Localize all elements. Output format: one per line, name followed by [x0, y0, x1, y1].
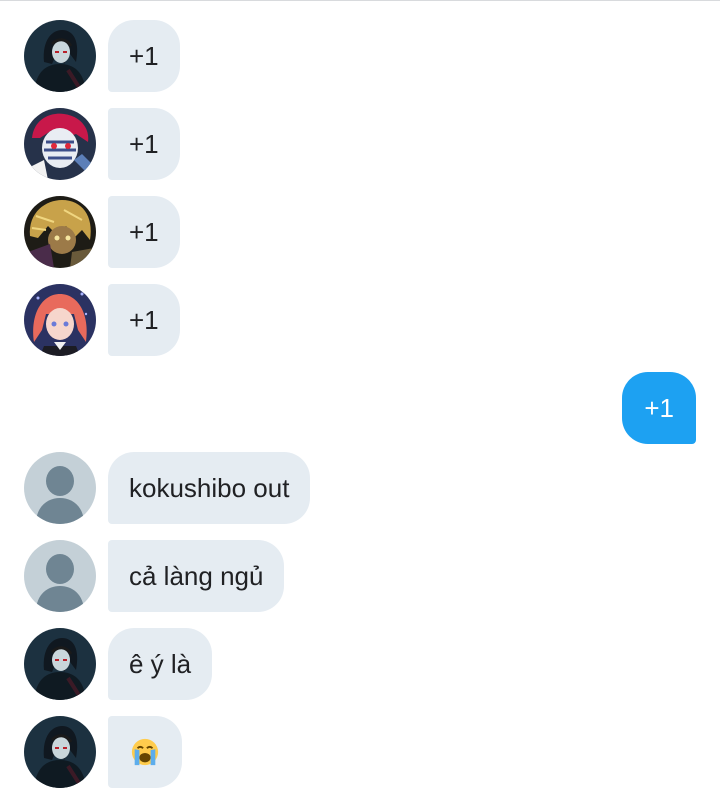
incoming-message-bubble[interactable] — [108, 716, 182, 788]
avatar-dark-hair-icon — [24, 20, 96, 92]
message-row: +1 — [0, 108, 720, 180]
avatar[interactable] — [24, 196, 96, 268]
avatar[interactable] — [24, 628, 96, 700]
avatar[interactable] — [24, 284, 96, 356]
incoming-message-bubble[interactable]: kokushibo out — [108, 452, 311, 524]
incoming-message-bubble[interactable]: +1 — [108, 284, 180, 356]
avatar[interactable] — [24, 20, 96, 92]
avatar-pink-hair-icon — [24, 284, 96, 356]
outgoing-message-bubble[interactable]: +1 — [622, 372, 696, 444]
avatar-golden-hair-icon — [24, 196, 96, 268]
avatar-dark-hair-icon — [24, 716, 96, 788]
message-row: kokushibo out — [0, 452, 720, 524]
message-row: +1 — [0, 196, 720, 268]
message-row — [0, 716, 720, 788]
avatar-red-white-mask-icon — [24, 108, 96, 180]
incoming-message-bubble[interactable]: +1 — [108, 196, 180, 268]
loudly-crying-face-icon — [130, 737, 160, 767]
avatar[interactable] — [24, 108, 96, 180]
message-row: +1 — [0, 20, 720, 92]
avatar[interactable] — [24, 540, 96, 612]
incoming-message-bubble[interactable]: +1 — [108, 20, 180, 92]
incoming-message-bubble[interactable]: +1 — [108, 108, 180, 180]
avatar[interactable] — [24, 452, 96, 524]
incoming-message-bubble[interactable]: cả làng ngủ — [108, 540, 285, 612]
avatar-dark-hair-icon — [24, 628, 96, 700]
message-row: +1 — [0, 284, 720, 356]
default-avatar-icon — [24, 540, 96, 612]
default-avatar-icon — [24, 452, 96, 524]
avatar[interactable] — [24, 716, 96, 788]
message-row: ê ý là — [0, 628, 720, 700]
message-row-outgoing: +1 — [0, 372, 720, 444]
message-thread[interactable]: +1 +1 +1 +1 +1 kokushibo out cả làng ngủ… — [0, 0, 720, 793]
incoming-message-bubble[interactable]: ê ý là — [108, 628, 213, 700]
message-row: cả làng ngủ — [0, 540, 720, 612]
